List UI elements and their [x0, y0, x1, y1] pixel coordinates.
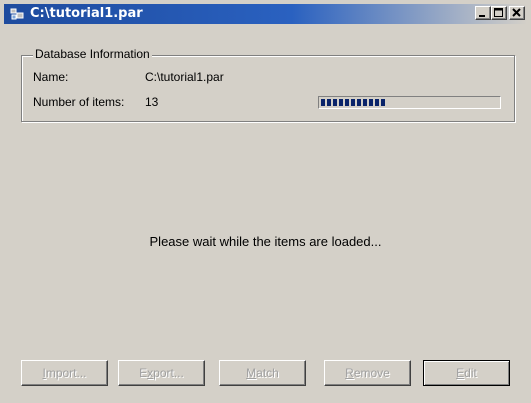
- match-button-label: atch: [256, 366, 279, 380]
- match-button[interactable]: Match: [219, 360, 306, 386]
- progress-block: [321, 99, 325, 106]
- progress-block: [375, 99, 379, 106]
- edit-button-mnemonic: E: [456, 366, 465, 380]
- export-button-prefix: E: [139, 366, 148, 380]
- loading-status-message: Please wait while the items are loaded..…: [149, 234, 382, 249]
- import-button[interactable]: Import...: [21, 360, 108, 386]
- title-bar[interactable]: C:\tutorial1.par: [4, 4, 527, 24]
- items-count-label: Number of items:: [33, 95, 125, 109]
- window-title: C:\tutorial1.par: [30, 6, 143, 21]
- progress-block: [351, 99, 355, 106]
- name-label: Name:: [33, 70, 69, 84]
- edit-button[interactable]: Edit: [423, 360, 510, 386]
- progress-block: [357, 99, 361, 106]
- minimize-icon: [479, 15, 485, 17]
- loading-progress-bar: [318, 96, 501, 109]
- database-window: C:\tutorial1.par Database Information Na…: [0, 0, 531, 403]
- name-value: C:\tutorial1.par: [145, 70, 224, 84]
- items-count-value: 13: [145, 95, 159, 109]
- progress-block: [339, 99, 343, 106]
- export-button[interactable]: Export...: [118, 360, 205, 386]
- remove-button[interactable]: Remove: [324, 360, 411, 386]
- match-button-mnemonic: M: [246, 366, 257, 380]
- remove-button-label: emove: [353, 366, 390, 380]
- progress-block: [345, 99, 349, 106]
- database-info-group-label: Database Information: [33, 47, 152, 61]
- progress-block: [381, 99, 385, 106]
- minimize-button[interactable]: [475, 6, 491, 20]
- maximize-icon: [494, 8, 503, 17]
- database-app-icon[interactable]: [10, 7, 24, 21]
- close-icon: [512, 8, 521, 17]
- maximize-button[interactable]: [491, 6, 507, 20]
- progress-block: [363, 99, 367, 106]
- import-button-label: mport...: [45, 366, 87, 380]
- database-info-group: [21, 55, 515, 122]
- close-button[interactable]: [509, 6, 525, 20]
- progress-block: [369, 99, 373, 106]
- remove-button-mnemonic: R: [345, 366, 354, 380]
- export-button-label: port...: [153, 366, 184, 380]
- progress-block: [327, 99, 331, 106]
- progress-fill: [321, 99, 387, 106]
- edit-button-label: dit: [464, 366, 477, 380]
- progress-block: [333, 99, 337, 106]
